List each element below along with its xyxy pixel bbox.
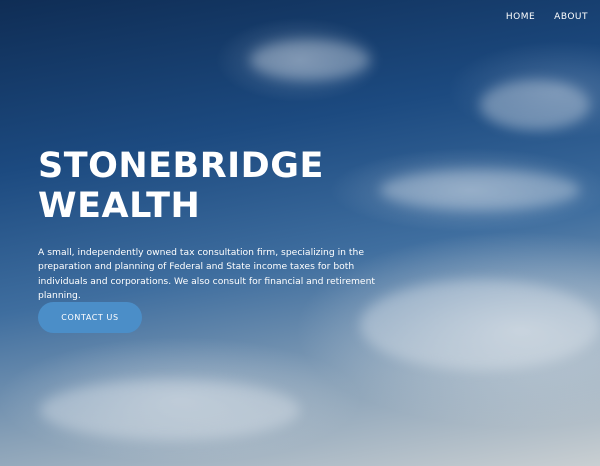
cloud-decoration — [380, 170, 580, 210]
page-title: STONEBRIDGE WEALTH — [38, 146, 324, 226]
hero-section: HOME ABOUT STONEBRIDGE WEALTH A small, i… — [0, 0, 600, 466]
contact-us-button[interactable]: CONTACT US — [38, 302, 142, 333]
title-line-2: WEALTH — [38, 186, 201, 226]
nav-link-home[interactable]: HOME — [506, 12, 535, 22]
nav-link-about[interactable]: ABOUT — [554, 12, 588, 22]
cloud-decoration — [250, 40, 370, 80]
cloud-decoration — [40, 380, 300, 440]
cloud-decoration — [480, 80, 590, 130]
title-line-1: STONEBRIDGE — [38, 146, 324, 186]
hero-description: A small, independently owned tax consult… — [38, 247, 376, 302]
top-nav: HOME ABOUT — [506, 12, 588, 22]
